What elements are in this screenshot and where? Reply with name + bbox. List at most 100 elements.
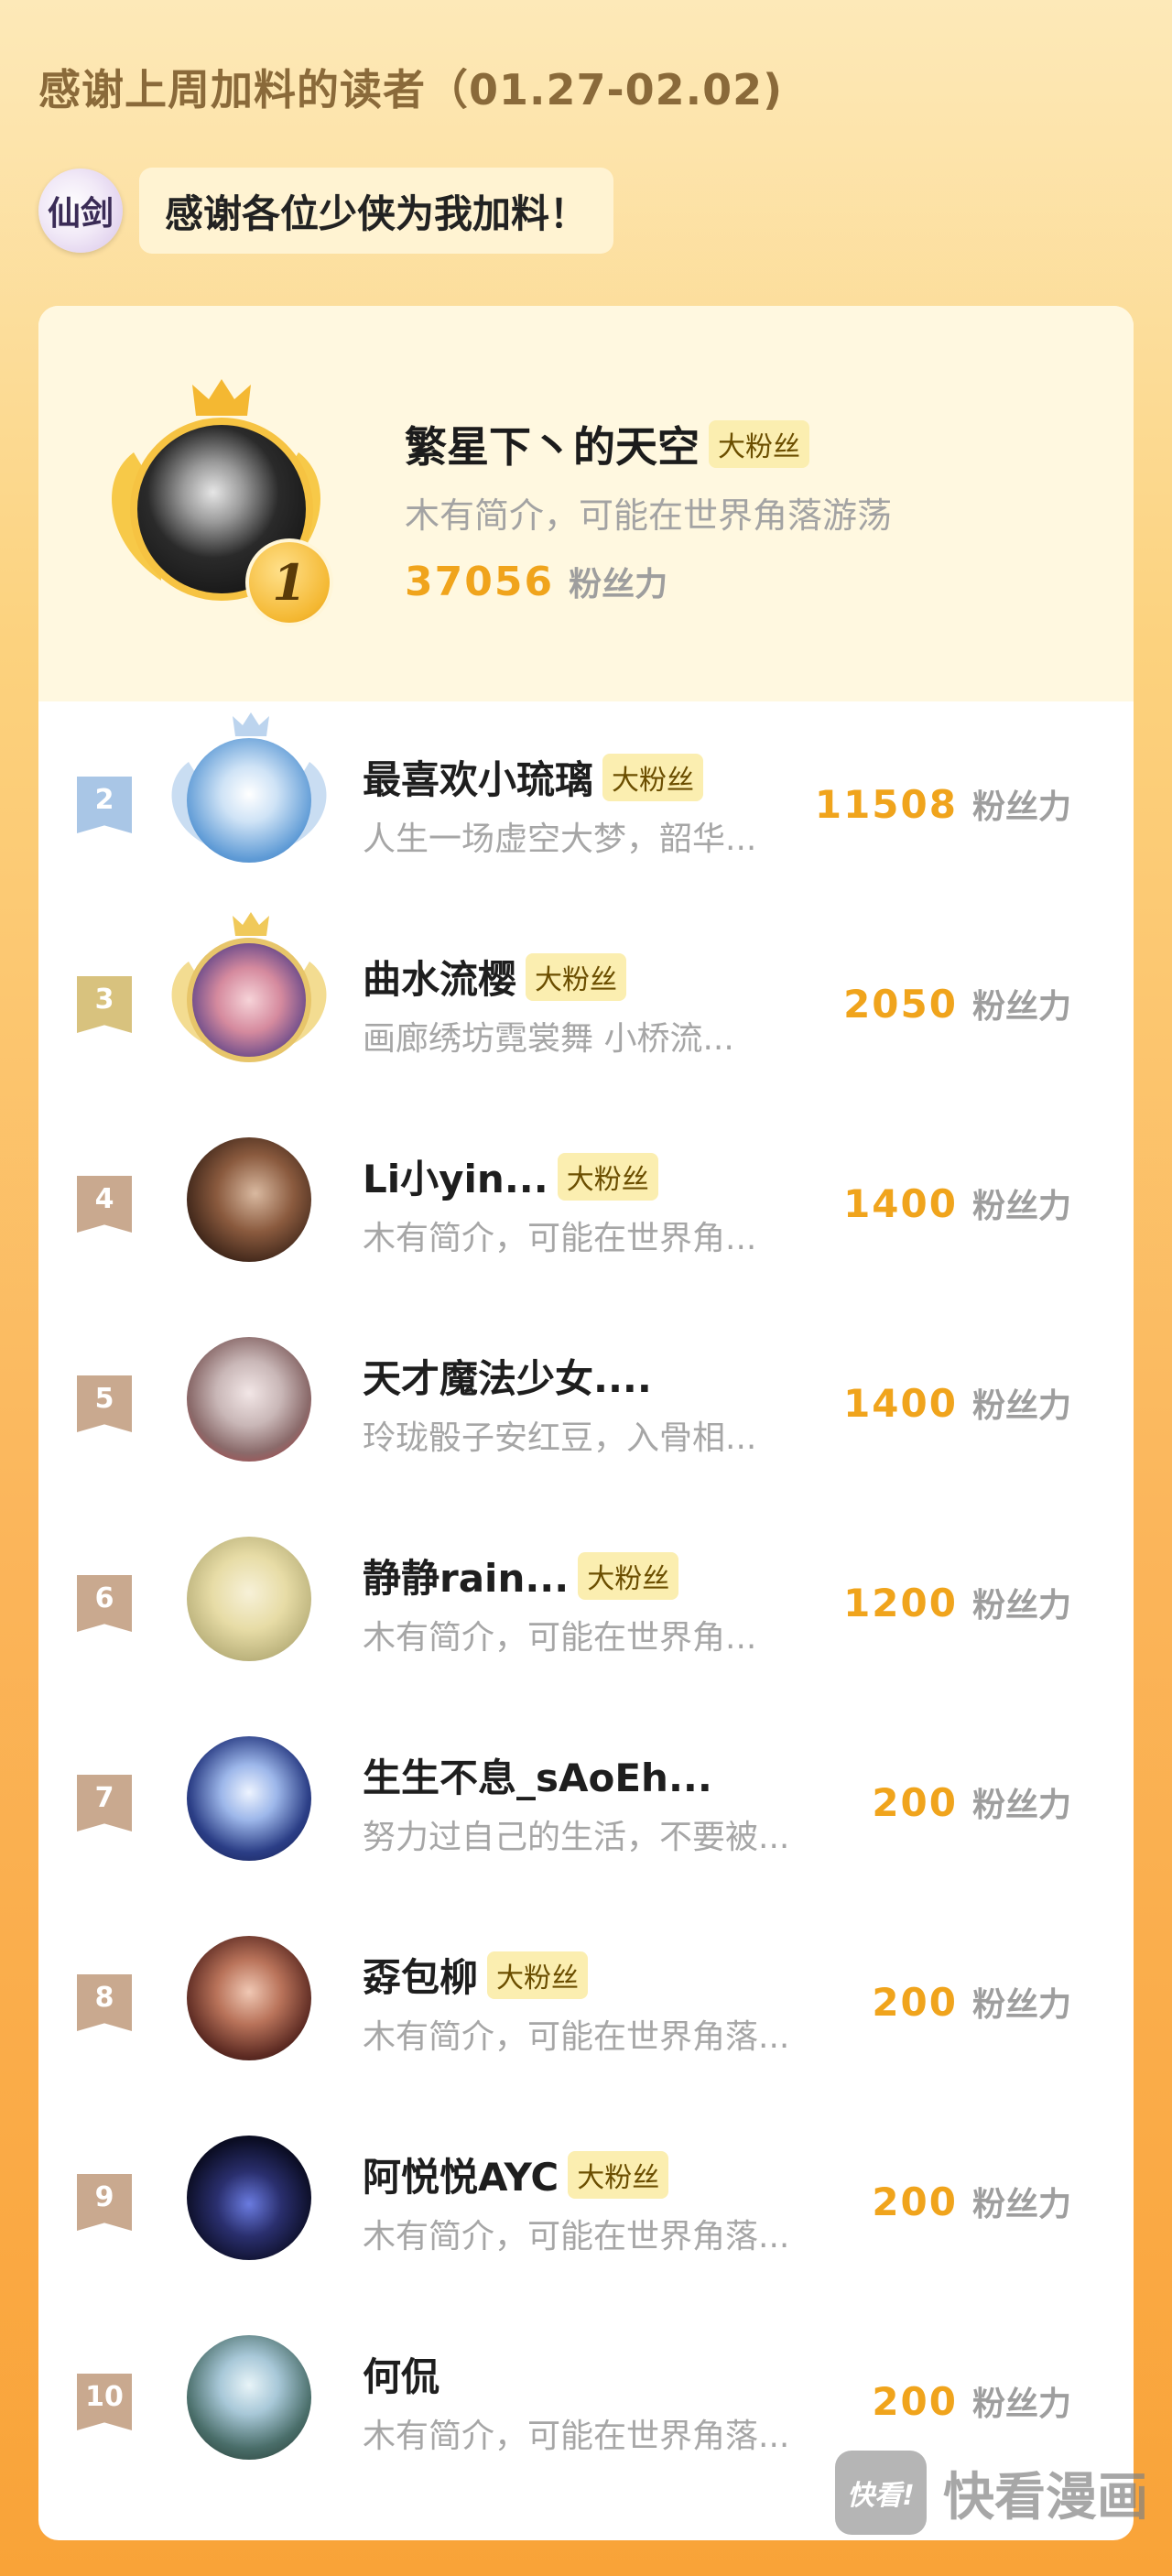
- score-box: 1400 粉丝力: [843, 1179, 1071, 1227]
- reader-info: 何侃木有简介，可能在世界角落...: [363, 2346, 857, 2457]
- list-item[interactable]: 2 最喜欢小琉璃 大粉丝 人生一场虚空大梦，韶华... 11508 粉丝力: [38, 701, 1134, 901]
- rank-tag: 4: [77, 1176, 132, 1233]
- brand-logo[interactable]: 仙剑: [38, 168, 123, 253]
- rank-badge: 1: [245, 538, 333, 626]
- reader-info: 最喜欢小琉璃 大粉丝人生一场虚空大梦，韶华...: [363, 749, 857, 860]
- rank-tag: 7: [77, 1775, 132, 1831]
- avatar[interactable]: [187, 1537, 311, 1661]
- reader-name[interactable]: 天才魔法少女....: [363, 1348, 652, 1404]
- score-box: 2050 粉丝力: [843, 980, 1071, 1027]
- fan-power-score: 11508: [814, 782, 958, 827]
- score-box: 200 粉丝力: [872, 2377, 1071, 2425]
- list-item[interactable]: 5 天才魔法少女.... 玲珑骰子安红豆，入骨相... 1400 粉丝力: [38, 1300, 1134, 1500]
- score-box: 200 粉丝力: [872, 2178, 1071, 2225]
- reader-name[interactable]: 孬包柳: [363, 1947, 478, 2003]
- reader-bio: 人生一场虚空大梦，韶华...: [363, 821, 757, 858]
- fan-power-label: 粉丝力: [971, 788, 1071, 826]
- top-reader[interactable]: 1 繁星下丶的天空 大粉丝 木有简介，可能在世界角落游荡 37056 粉丝力: [38, 306, 1134, 701]
- reader-info: 孬包柳 大粉丝木有简介，可能在世界角落...: [363, 1947, 857, 2058]
- fan-power-label: 粉丝力: [971, 1986, 1071, 2024]
- reader-info: 生生不息_sAoEh... 努力过自己的生活，不要被...: [363, 1747, 857, 1858]
- reader-name[interactable]: 何侃: [363, 2346, 440, 2402]
- reader-bio: 木有简介，可能在世界角...: [363, 1220, 757, 1257]
- fan-power-label: 粉丝力: [569, 566, 668, 603]
- reader-bio: 画廊绣坊霓裳舞 小桥流...: [363, 1020, 734, 1058]
- page-title: 感谢上周加料的读者（01.27-02.02): [38, 65, 784, 114]
- avatar[interactable]: [187, 1736, 311, 1861]
- fan-power-score: 1200: [843, 1581, 958, 1625]
- list-item[interactable]: 4 Li小yin... 大粉丝 木有简介，可能在世界角... 1400 粉丝力: [38, 1101, 1134, 1300]
- fan-power-score: 200: [872, 2379, 958, 2424]
- reader-name[interactable]: 繁星下丶的天空: [405, 414, 700, 474]
- fan-power-score: 1400: [843, 1181, 958, 1226]
- avatar[interactable]: [187, 1936, 311, 2060]
- avatar[interactable]: [187, 1137, 311, 1262]
- list-item[interactable]: 8 孬包柳 大粉丝木有简介，可能在世界角落... 200 粉丝力: [38, 1899, 1134, 2099]
- fan-power-label: 粉丝力: [971, 1387, 1071, 1425]
- leaderboard-card: 1 繁星下丶的天空 大粉丝 木有简介，可能在世界角落游荡 37056 粉丝力 2…: [38, 306, 1134, 2540]
- crown-icon: [233, 712, 269, 736]
- score-box: 1200 粉丝力: [843, 1579, 1071, 1626]
- fan-power-label: 粉丝力: [971, 1188, 1071, 1225]
- fan-badge: 大粉丝: [709, 420, 809, 468]
- reader-info: 曲水流樱 大粉丝画廊绣坊霓裳舞 小桥流...: [363, 949, 857, 1060]
- avatar[interactable]: [187, 738, 311, 863]
- crown-icon: [192, 379, 251, 416]
- avatar[interactable]: [187, 938, 311, 1062]
- reader-bio: 玲珑骰子安红豆，入骨相...: [363, 1419, 757, 1457]
- thanks-row: 仙剑 感谢各位少侠为我加料！: [38, 167, 614, 255]
- rank-tag: 10: [77, 2374, 132, 2430]
- thanks-message: 感谢各位少侠为我加料！: [139, 168, 614, 254]
- fan-badge: 大粉丝: [487, 1951, 589, 1999]
- fan-power-score: 1400: [843, 1381, 958, 1426]
- rank-tag: 9: [77, 2174, 132, 2231]
- fan-power-label: 粉丝力: [971, 988, 1071, 1026]
- list-item[interactable]: 9 阿悦悦AYC 大粉丝木有简介，可能在世界角落... 200 粉丝力: [38, 2099, 1134, 2299]
- fan-power-label: 粉丝力: [971, 1587, 1071, 1625]
- reader-name[interactable]: 阿悦悦AYC: [363, 2147, 559, 2202]
- reader-info: Li小yin... 大粉丝 木有简介，可能在世界角...: [363, 1148, 857, 1259]
- fan-power-score: 2050: [843, 982, 958, 1027]
- fan-badge: 大粉丝: [578, 1551, 679, 1600]
- avatar[interactable]: [187, 2136, 311, 2260]
- list-item[interactable]: 7 生生不息_sAoEh... 努力过自己的生活，不要被... 200 粉丝力: [38, 1700, 1134, 1899]
- score-box: 1400 粉丝力: [843, 1379, 1071, 1427]
- reader-name[interactable]: 生生不息_sAoEh...: [363, 1747, 712, 1803]
- fan-badge: 大粉丝: [526, 952, 627, 1001]
- avatar[interactable]: [187, 2335, 311, 2460]
- reader-bio: 木有简介，可能在世界角落...: [363, 2418, 790, 2455]
- rank-tag: 6: [77, 1575, 132, 1632]
- watermark: 快看! 快看漫画: [835, 2451, 1148, 2535]
- reader-bio: 努力过自己的生活，不要被...: [363, 1819, 790, 1856]
- score-box: 200 粉丝力: [872, 1978, 1071, 2026]
- reader-bio: 木有简介，可能在世界角落...: [363, 2218, 790, 2255]
- reader-bio: 木有简介，可能在世界角落游荡: [405, 495, 893, 536]
- reader-name[interactable]: 最喜欢小琉璃: [363, 749, 593, 805]
- list-item[interactable]: 6 静静rain... 大粉丝 木有简介，可能在世界角... 1200 粉丝力: [38, 1500, 1134, 1700]
- rank-tag: 8: [77, 1974, 132, 2031]
- watermark-text: 快看漫画: [943, 2467, 1148, 2527]
- fan-power-score: 200: [872, 1780, 958, 1825]
- fan-badge: 大粉丝: [602, 753, 704, 801]
- reader-info: 静静rain... 大粉丝木有简介，可能在世界角...: [363, 1548, 857, 1658]
- reader-bio: 木有简介，可能在世界角落...: [363, 2018, 790, 2056]
- reader-bio: 木有简介，可能在世界角...: [363, 1619, 757, 1657]
- fan-badge: 大粉丝: [568, 2150, 669, 2199]
- reader-info: 天才魔法少女.... 玲珑骰子安红豆，入骨相...: [363, 1348, 857, 1459]
- reader-name[interactable]: 静静rain...: [363, 1548, 569, 1603]
- top-info: 繁星下丶的天空 大粉丝 木有简介，可能在世界角落游荡 37056 粉丝力: [405, 414, 892, 605]
- score-box: 200 粉丝力: [872, 1778, 1071, 1826]
- fan-power-score: 200: [872, 1980, 958, 2025]
- reader-info: 阿悦悦AYC 大粉丝木有简介，可能在世界角落...: [363, 2147, 857, 2257]
- reader-name[interactable]: 曲水流樱: [363, 949, 516, 1005]
- rank-tag: 5: [77, 1375, 132, 1432]
- rank-tag: 2: [77, 777, 132, 833]
- list-item[interactable]: 3 曲水流樱 大粉丝 画廊绣坊霓裳舞 小桥流... 2050 粉丝力: [38, 901, 1134, 1101]
- avatar[interactable]: [187, 1337, 311, 1462]
- fan-power-score: 200: [872, 2179, 958, 2224]
- reader-name[interactable]: Li小yin...: [363, 1148, 548, 1204]
- fan-power-label: 粉丝力: [971, 2386, 1071, 2423]
- fan-power-score: 37056: [405, 559, 555, 605]
- crown-icon: [233, 912, 269, 936]
- fan-power-label: 粉丝力: [971, 1787, 1071, 1824]
